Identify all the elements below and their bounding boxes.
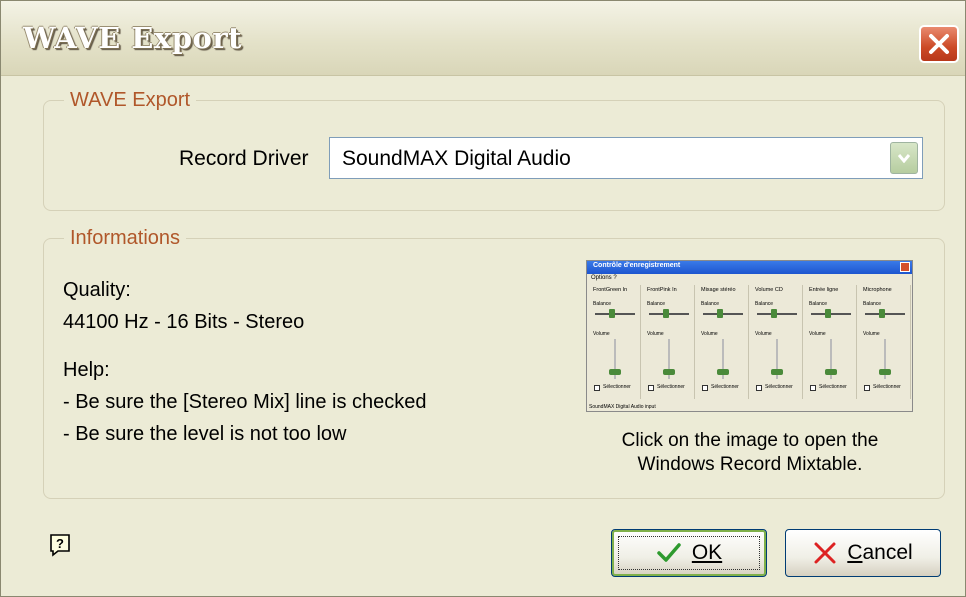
help-label: Help: — [63, 359, 110, 381]
help-icon[interactable]: ? — [49, 533, 71, 557]
record-mixer-thumbnail[interactable]: Contrôle d'enregistrement Options ? Fron… — [586, 260, 913, 412]
mixer-column: Microphone Balance Volume Sélectionner — [859, 285, 911, 399]
mixer-volume-thumb — [609, 369, 621, 375]
mixer-select-label: Sélectionner — [711, 384, 739, 390]
mixer-volume-label: Volume — [755, 331, 772, 337]
mixer-column: Volume CD Balance Volume Sélectionner — [751, 285, 803, 399]
ok-button[interactable]: OK — [611, 529, 767, 577]
mixer-balance-label: Balance — [809, 301, 828, 307]
record-driver-label: Record Driver — [179, 147, 309, 170]
chevron-down-icon — [897, 154, 911, 163]
mixer-column: Mixage stéréo Balance Volume Sélectionner — [697, 285, 749, 399]
quality-label: Quality: — [63, 279, 131, 301]
mixer-column-name: Entrée ligne — [809, 287, 839, 293]
mixer-balance-thumb — [771, 309, 777, 318]
record-driver-value: SoundMAX Digital Audio — [342, 147, 571, 170]
cancel-label: Cancel — [847, 541, 912, 565]
mixer-balance-label: Balance — [863, 301, 882, 307]
wave-export-dialog: WAVE Export WAVE Export Record Driver So… — [0, 0, 966, 597]
mixer-select-checkbox — [594, 385, 600, 391]
mixer-balance-label: Balance — [701, 301, 720, 307]
mixer-select-label: Sélectionner — [603, 384, 631, 390]
help-icon-graphic: ? — [50, 534, 70, 557]
cancel-label-rest: ancel — [862, 541, 913, 564]
mixer-balance-thumb — [717, 309, 723, 318]
mixer-balance-slider — [865, 313, 905, 315]
mixer-column-name: FrontPink In — [647, 287, 677, 293]
mixer-balance-thumb — [663, 309, 669, 318]
mixer-volume-label: Volume — [593, 331, 610, 337]
help-line-level: - Be sure the level is not too low — [63, 423, 347, 445]
mixer-select-checkbox — [810, 385, 816, 391]
wave-export-legend: WAVE Export — [70, 89, 191, 111]
mixer-balance-label: Balance — [755, 301, 774, 307]
mixer-balance-slider — [757, 313, 797, 315]
mixer-volume-thumb — [717, 369, 729, 375]
mixer-menu: Options ? — [591, 275, 617, 281]
mixer-select-label: Sélectionner — [819, 384, 847, 390]
mixer-select-checkbox — [864, 385, 870, 391]
record-driver-select[interactable]: SoundMAX Digital Audio — [329, 137, 923, 179]
cancel-label-c: C — [847, 541, 863, 564]
mixer-balance-label: Balance — [593, 301, 612, 307]
mixer-caption: Click on the image to open the Windows R… — [589, 429, 911, 477]
cancel-button[interactable]: Cancel — [785, 529, 941, 577]
mixer-volume-thumb — [771, 369, 783, 375]
mixer-column-name: Mixage stéréo — [701, 287, 736, 293]
mixer-volume-label: Volume — [809, 331, 826, 337]
mixer-balance-thumb — [609, 309, 615, 318]
mixer-select-label: Sélectionner — [765, 384, 793, 390]
focus-rect — [618, 536, 760, 570]
mixer-volume-thumb — [663, 369, 675, 375]
mixer-caption-line2: Windows Record Mixtable. — [637, 454, 863, 475]
quality-value: 44100 Hz - 16 Bits - Stereo — [63, 311, 305, 333]
mixer-select-checkbox — [648, 385, 654, 391]
mixer-balance-slider — [703, 313, 743, 315]
mixer-balance-slider — [811, 313, 851, 315]
mixer-volume-label: Volume — [863, 331, 880, 337]
help-line-stereo-mix: - Be sure the [Stereo Mix] line is check… — [63, 391, 427, 413]
mixer-volume-thumb — [879, 369, 891, 375]
mixer-column: Entrée ligne Balance Volume Sélectionner — [805, 285, 857, 399]
mixer-select-checkbox — [702, 385, 708, 391]
mixer-title-bar: Contrôle d'enregistrement — [587, 261, 912, 274]
mixer-title: Contrôle d'enregistrement — [593, 262, 681, 269]
title-bar[interactable]: WAVE Export — [1, 1, 965, 76]
mixer-balance-thumb — [825, 309, 831, 318]
mixer-balance-label: Balance — [647, 301, 666, 307]
mixer-caption-line1: Click on the image to open the — [621, 430, 879, 451]
combo-dropdown-button[interactable] — [890, 142, 918, 174]
mixer-column: FrontPink In Balance Volume Sélectionner — [643, 285, 695, 399]
mixer-select-label: Sélectionner — [873, 384, 901, 390]
mixer-volume-label: Volume — [701, 331, 718, 337]
mixer-balance-slider — [595, 313, 635, 315]
mixer-select-label: Sélectionner — [657, 384, 685, 390]
mixer-column-name: Volume CD — [755, 287, 783, 293]
ok-label: OK — [691, 541, 723, 564]
mixer-column-name: FrontGreen In — [593, 287, 628, 293]
mixer-status: SoundMAX Digital Audio input — [589, 404, 656, 410]
mixer-column-name: Microphone — [863, 287, 892, 293]
close-icon — [929, 34, 949, 54]
mixer-select-checkbox — [756, 385, 762, 391]
mixer-volume-thumb — [825, 369, 837, 375]
mixer-volume-label: Volume — [647, 331, 664, 337]
window-title: WAVE Export — [23, 21, 242, 55]
mixer-close-icon — [900, 262, 910, 272]
mixer-balance-slider — [649, 313, 689, 315]
mixer-balance-thumb — [879, 309, 885, 318]
check-icon — [657, 543, 681, 562]
close-button[interactable] — [919, 25, 959, 63]
x-icon — [814, 542, 836, 564]
mixer-column: FrontGreen In Balance Volume Sélectionner — [589, 285, 641, 399]
svg-text:?: ? — [56, 536, 64, 551]
informations-legend: Informations — [70, 227, 181, 249]
